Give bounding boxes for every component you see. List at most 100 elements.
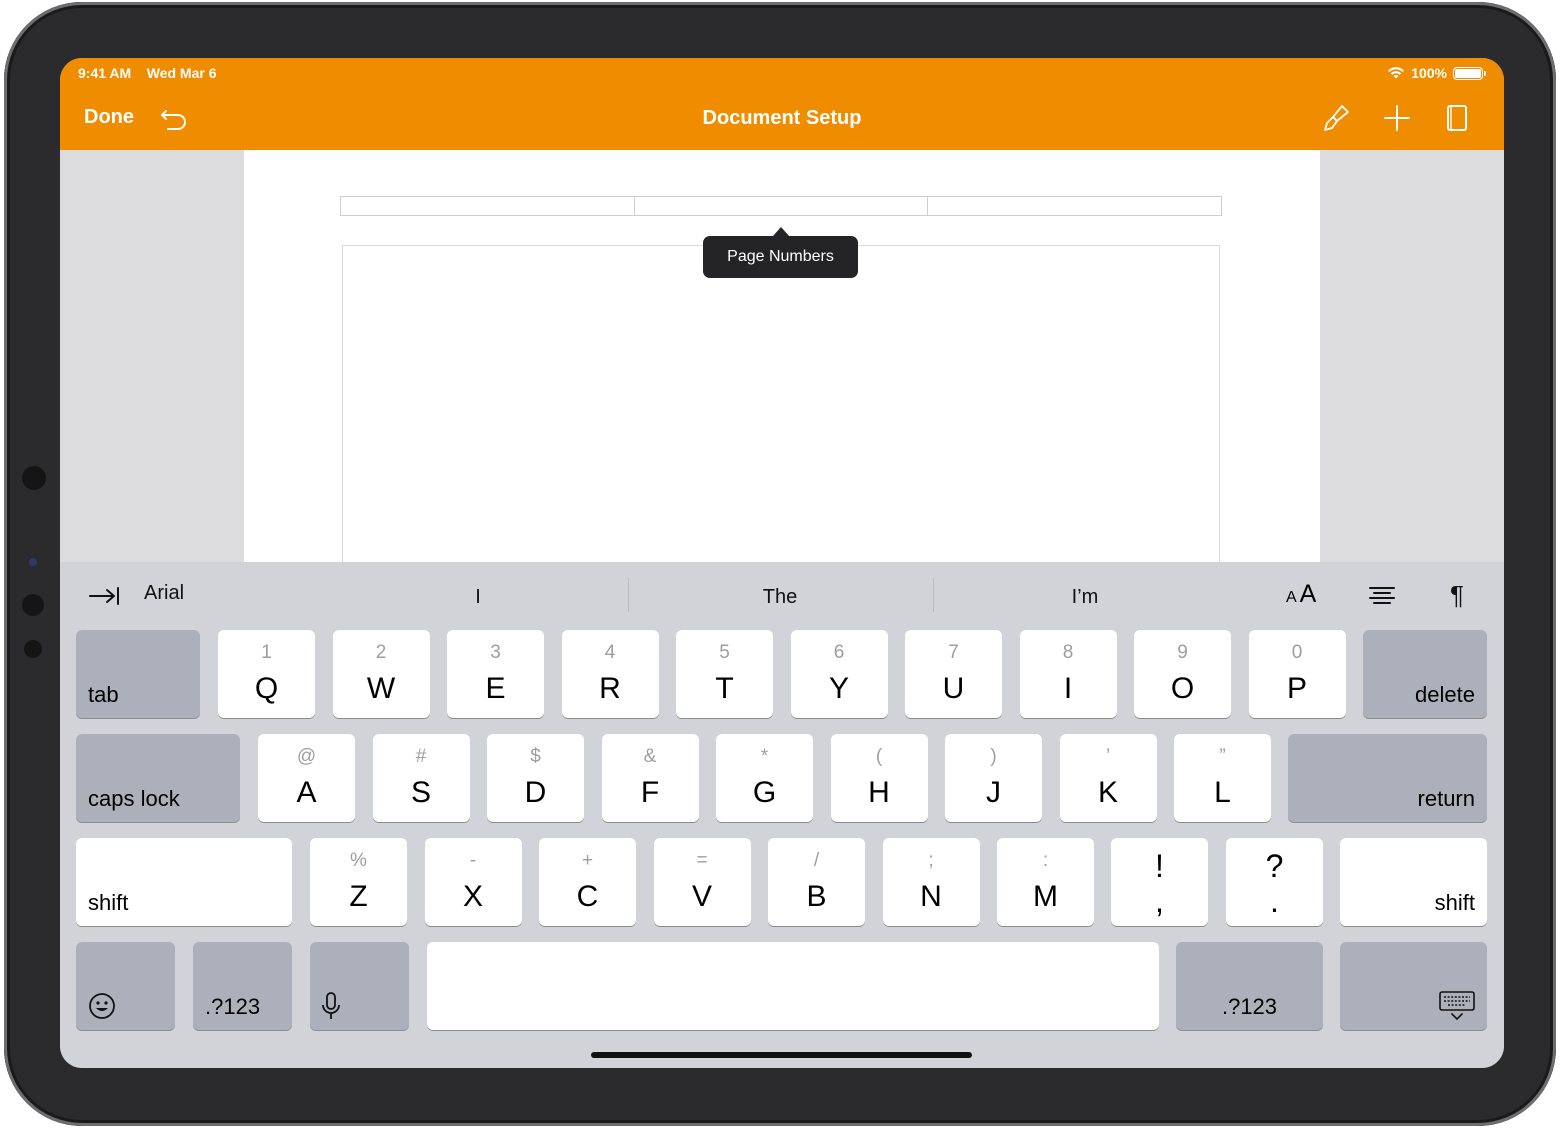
key-r[interactable]: 4R <box>561 630 659 718</box>
suggestion-separator <box>933 578 934 612</box>
key-k[interactable]: ’ K <box>1059 734 1157 822</box>
key-label: M <box>1033 880 1058 913</box>
key-x[interactable]: -X <box>424 838 522 926</box>
shift-right-key[interactable]: shift <box>1340 838 1487 926</box>
header-field-center[interactable] <box>635 197 929 215</box>
key-u[interactable]: 7U <box>905 630 1002 718</box>
battery-percent: 100% <box>1411 65 1447 81</box>
numbers-key-label: .?123 <box>205 994 261 1019</box>
pilcrow-icon[interactable]: ¶ <box>1450 580 1464 611</box>
microphone-icon <box>322 992 340 1019</box>
key-label: V <box>691 880 712 913</box>
shift-left-key[interactable]: shift <box>76 838 292 926</box>
dictation-key[interactable] <box>310 942 409 1030</box>
key-j[interactable]: ) J <box>945 734 1042 822</box>
key-z[interactable]: % Z <box>310 838 407 926</box>
key-h[interactable]: (H <box>830 734 928 822</box>
key-label: Y <box>828 672 849 705</box>
paintbrush-icon[interactable] <box>1320 102 1352 134</box>
key-l[interactable]: ” L <box>1174 734 1271 822</box>
question-period-key[interactable]: ? . <box>1226 838 1323 926</box>
key-secondary-label: ; <box>928 850 934 871</box>
key-w[interactable]: 2W <box>332 630 430 718</box>
header-field-left[interactable] <box>341 197 635 215</box>
return-key[interactable]: return <box>1288 734 1487 822</box>
delete-key-label: delete <box>1415 682 1475 707</box>
home-indicator[interactable] <box>591 1052 972 1058</box>
plus-icon[interactable] <box>1381 102 1413 134</box>
key-n[interactable]: ; N <box>882 838 980 926</box>
font-size-icon[interactable]: A A <box>1286 580 1316 609</box>
key-label: R <box>599 672 621 705</box>
key-e[interactable]: 3E <box>447 630 544 718</box>
key-o[interactable]: 9O <box>1134 630 1231 718</box>
battery-nub <box>1484 70 1486 76</box>
font-name-button[interactable]: Arial <box>144 582 184 605</box>
key-c[interactable]: + C <box>539 838 636 926</box>
emoji-key[interactable] <box>76 942 175 1030</box>
key-p[interactable]: 0P <box>1248 630 1346 718</box>
key-secondary-label: 5 <box>719 642 730 663</box>
key-label: S <box>410 776 431 809</box>
tab-key[interactable]: tab <box>76 630 200 718</box>
key-a[interactable]: @ A <box>258 734 355 822</box>
emoji-icon <box>89 993 115 1019</box>
key-secondary-label: : <box>1042 850 1049 871</box>
page-numbers-tooltip[interactable]: Page Numbers <box>703 227 858 278</box>
status-bar-left: 9:41 AM Wed Mar 6 <box>78 65 217 81</box>
space-bar[interactable] <box>427 942 1159 1030</box>
key-secondary-label: & <box>643 746 657 767</box>
period-label: . <box>1270 883 1279 919</box>
key-secondary-label: 3 <box>490 642 501 663</box>
key-q[interactable]: 1Q <box>218 630 315 718</box>
key-m[interactable]: :M <box>997 838 1094 926</box>
keyboard: Arial I The I’m A A ¶ tab 1Q2W3E4R5T6Y7U… <box>60 562 1504 1068</box>
key-label: O <box>1170 672 1195 705</box>
suggestion-1[interactable]: I <box>470 586 486 609</box>
key-secondary-label: ) <box>990 746 997 767</box>
document-page[interactable]: Page Numbers <box>244 150 1320 575</box>
key-secondary-label: 6 <box>833 642 845 663</box>
key-g[interactable]: * G <box>716 734 813 822</box>
key-d[interactable]: $ D <box>487 734 584 822</box>
key-b[interactable]: / B <box>768 838 865 926</box>
key-secondary-label: ( <box>875 746 883 767</box>
key-secondary-label: * <box>760 746 769 767</box>
key-t[interactable]: 5T <box>676 630 773 718</box>
page-icon[interactable] <box>1441 102 1473 134</box>
dismiss-keyboard-key[interactable] <box>1340 942 1487 1030</box>
numbers-key-label: .?123 <box>1221 994 1278 1019</box>
key-secondary-label: @ <box>296 746 317 767</box>
suggestion-3[interactable]: I’m <box>1025 586 1145 609</box>
tab-arrow-icon[interactable] <box>88 586 120 606</box>
camera-sensor <box>22 466 46 490</box>
header-fields[interactable] <box>340 196 1222 216</box>
numbers-key-left[interactable]: .?123 <box>193 942 292 1030</box>
key-label: H <box>868 776 890 809</box>
key-label: W <box>366 672 396 705</box>
key-label: X <box>462 880 483 913</box>
key-label: Q <box>254 672 279 705</box>
key-i[interactable]: 8I <box>1019 630 1117 718</box>
key-secondary-label: ’ <box>1105 746 1111 767</box>
key-label: B <box>806 880 827 913</box>
key-y[interactable]: 6Y <box>790 630 888 718</box>
key-label: F <box>640 776 660 809</box>
numbers-key-right[interactable]: .?123 <box>1176 942 1323 1030</box>
key-s[interactable]: # S <box>372 734 470 822</box>
align-icon[interactable] <box>1368 586 1396 606</box>
key-label: C <box>576 880 599 913</box>
question-label: ? <box>1265 848 1284 884</box>
key-secondary-label: $ <box>530 746 541 767</box>
key-secondary-label: 4 <box>604 642 616 663</box>
delete-key[interactable]: delete <box>1363 630 1487 718</box>
key-v[interactable]: = V <box>653 838 751 926</box>
suggestion-2[interactable]: The <box>720 586 840 609</box>
key-f[interactable]: & F <box>601 734 699 822</box>
exclamation-comma-key[interactable]: ! , <box>1111 838 1208 926</box>
caps-lock-key[interactable]: caps lock <box>76 734 240 822</box>
font-size-small-a: A <box>1286 589 1297 606</box>
header-field-right[interactable] <box>928 197 1221 215</box>
comma-label: , <box>1155 883 1164 919</box>
document-body[interactable] <box>342 245 1220 575</box>
